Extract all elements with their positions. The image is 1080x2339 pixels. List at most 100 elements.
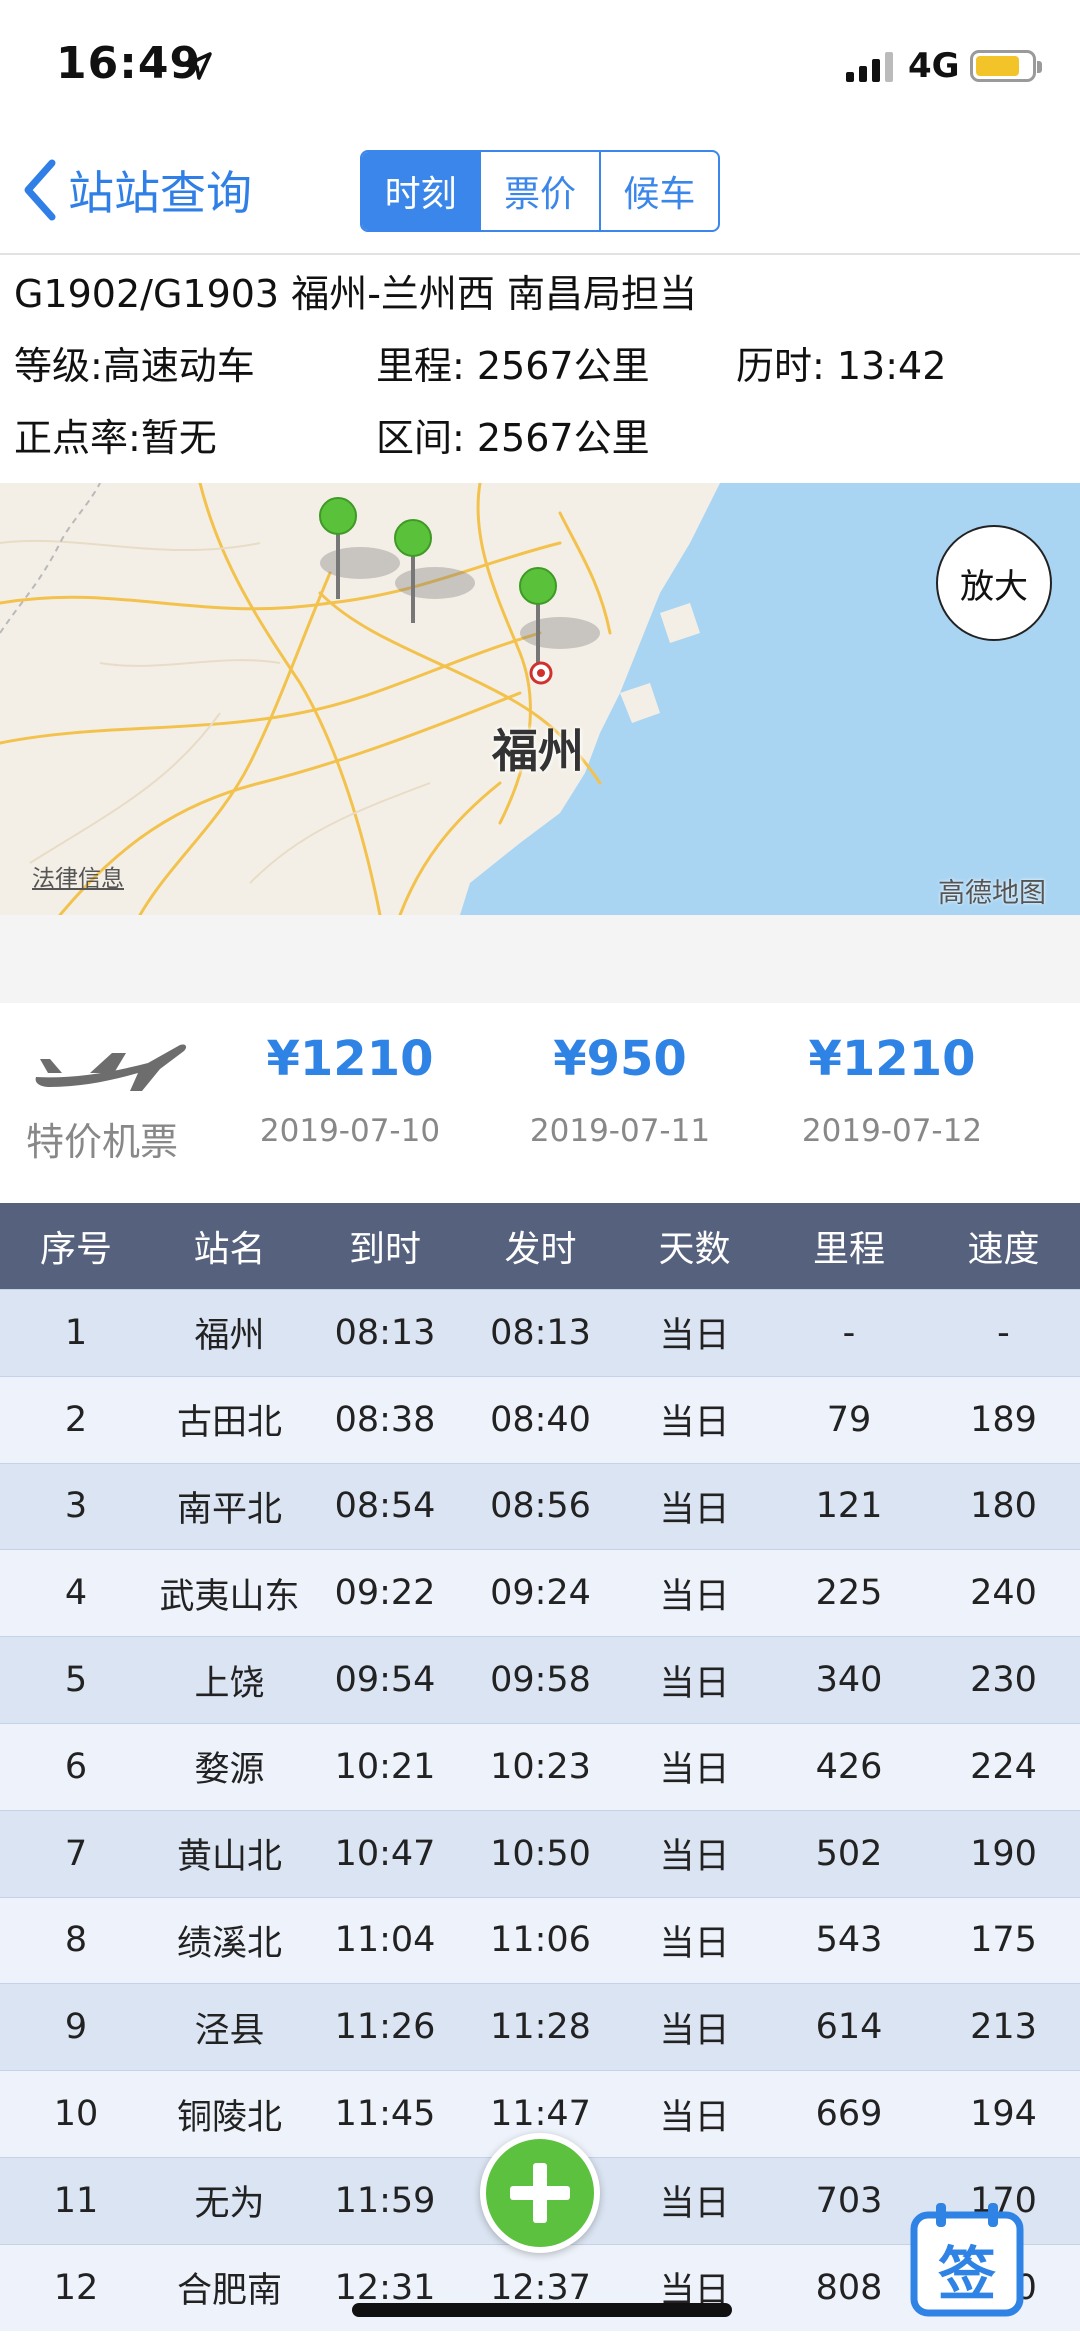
- sign-in-button[interactable]: 签: [908, 2199, 1026, 2319]
- column-header: 站名: [193, 1229, 266, 1270]
- row-index: 5: [64, 1660, 88, 1701]
- mileage: -: [842, 1312, 856, 1353]
- arrival-time: 11:04: [334, 1920, 436, 1961]
- sign-label: 签: [937, 2240, 996, 2308]
- map-city-label: 福州: [492, 724, 584, 778]
- nav-bar: 站站查询 时刻 票价 候车: [0, 130, 1080, 255]
- fare-item[interactable]: ¥950 2019-07-11: [490, 1031, 750, 1149]
- map-brand-logo: 高德地图: [938, 878, 1046, 909]
- day-offset: 当日: [659, 1576, 730, 1617]
- mileage: 225: [815, 1573, 883, 1614]
- table-row[interactable]: 3 南平北 08:54 08:56 当日 121 180: [0, 1462, 1080, 1550]
- departure-time: 09:24: [490, 1573, 591, 1614]
- station-name: 绩溪北: [176, 1923, 282, 1964]
- day-offset: 当日: [659, 2097, 730, 2138]
- station-name: 铜陵北: [176, 2097, 282, 2138]
- arrival-time: 08:38: [334, 1399, 436, 1440]
- route-map[interactable]: 放大 福州 法律信息 高德地图: [0, 483, 1080, 915]
- train-grade: 等级:高速动车: [14, 344, 255, 388]
- table-row[interactable]: 4 武夷山东 09:22 09:24 当日 225 240: [0, 1549, 1080, 1637]
- add-button[interactable]: [480, 2133, 600, 2253]
- table-row[interactable]: 1 福州 08:13 08:13 当日 - -: [0, 1289, 1080, 1376]
- train-info: G1902/G1903 福州-兰州西 南昌局担当 等级:高速动车 里程: 256…: [0, 257, 1080, 482]
- flight-promo-label: 特价机票: [26, 1120, 179, 1164]
- day-offset: 当日: [659, 1837, 730, 1878]
- table-row[interactable]: 7 黄山北 10:47 10:50 当日 502 190: [0, 1809, 1080, 1897]
- table-row[interactable]: 6 婺源 10:21 10:23 当日 426 224: [0, 1722, 1080, 1810]
- station-name: 福州: [194, 1316, 265, 1357]
- station-name: 南平北: [176, 1489, 282, 1530]
- column-header: 到时: [348, 1229, 421, 1270]
- mileage: 426: [815, 1746, 883, 1787]
- location-arrow-icon: [184, 52, 212, 80]
- departure-time: 11:06: [490, 1920, 591, 1961]
- departure-time: 08:56: [490, 1486, 591, 1527]
- zoom-in-button[interactable]: 放大: [936, 525, 1052, 641]
- day-offset: 当日: [659, 2271, 730, 2312]
- departure-time: 11:28: [490, 2007, 591, 2048]
- column-header: 里程: [812, 1229, 885, 1270]
- mileage: 121: [815, 1486, 883, 1527]
- city-marker-icon: [529, 661, 553, 685]
- speed: 230: [970, 1660, 1037, 1701]
- mileage: 340: [815, 1660, 883, 1701]
- train-mileage: 里程: 2567公里: [376, 344, 650, 388]
- speed: 240: [970, 1573, 1037, 1614]
- fare-price: ¥950: [553, 1031, 687, 1087]
- arrival-time: 11:26: [334, 2007, 436, 2048]
- legal-info-link[interactable]: 法律信息: [32, 859, 124, 893]
- train-route: G1902/G1903 福州-兰州西 南昌局担当: [14, 272, 697, 316]
- mileage: 543: [815, 1920, 883, 1961]
- table-row[interactable]: 2 古田北 08:38 08:40 当日 79 189: [0, 1375, 1080, 1463]
- row-index: 4: [64, 1573, 88, 1614]
- speed: 194: [970, 2094, 1037, 2135]
- back-button[interactable]: 站站查询: [20, 155, 252, 225]
- departure-time: 12:37: [490, 2267, 591, 2308]
- tab-schedule[interactable]: 时刻: [362, 152, 480, 230]
- column-header: 速度: [967, 1229, 1040, 1270]
- fare-date: 2019-07-10: [259, 1113, 441, 1149]
- arrival-time: 11:59: [334, 2180, 436, 2221]
- back-label: 站站查询: [68, 166, 252, 220]
- signal-bars-icon: [846, 52, 893, 82]
- plus-icon: [510, 2163, 570, 2223]
- airplane-icon: [35, 1044, 187, 1091]
- table-row[interactable]: 9 泾县 11:26 11:28 当日 614 213: [0, 1983, 1080, 2071]
- column-header: 天数: [658, 1229, 731, 1270]
- fare-date: 2019-07-11: [529, 1113, 711, 1149]
- table-row[interactable]: 5 上饶 09:54 09:58 当日 340 230: [0, 1636, 1080, 1723]
- day-offset: 当日: [659, 1923, 730, 1964]
- row-index: 1: [64, 1312, 88, 1353]
- home-indicator[interactable]: [352, 2303, 732, 2317]
- station-name: 古田北: [176, 1403, 282, 1444]
- table-row[interactable]: 8 绩溪北 11:04 11:06 当日 543 175: [0, 1896, 1080, 1984]
- train-duration: 历时: 13:42: [736, 344, 947, 388]
- fare-item[interactable]: ¥1210 2019-07-10: [220, 1031, 480, 1149]
- battery-icon: [970, 50, 1042, 82]
- fare-price: ¥1210: [266, 1031, 434, 1087]
- speed: -: [997, 1312, 1010, 1353]
- row-index: 7: [64, 1833, 88, 1874]
- station-name: 婺源: [194, 1750, 265, 1791]
- tab-fare[interactable]: 票价: [479, 152, 598, 230]
- column-header: 序号: [39, 1229, 112, 1270]
- column-header: 发时: [504, 1229, 577, 1270]
- station-name: 武夷山东: [159, 1576, 300, 1617]
- chevron-left-icon: [24, 159, 56, 221]
- row-index: 9: [64, 2007, 88, 2048]
- arrival-time: 12:31: [334, 2267, 436, 2308]
- day-offset: 当日: [659, 2010, 730, 2051]
- row-index: 3: [64, 1486, 88, 1527]
- row-index: 8: [64, 1920, 88, 1961]
- mileage: 502: [815, 1833, 883, 1874]
- station-name: 黄山北: [176, 1837, 282, 1878]
- section-divider: [0, 915, 1080, 1003]
- row-index: 2: [64, 1399, 88, 1440]
- tab-waiting[interactable]: 候车: [598, 152, 718, 230]
- train-punctuality: 正点率:暂无: [14, 416, 217, 460]
- speed: 175: [970, 1920, 1037, 1961]
- speed: 189: [970, 1399, 1037, 1440]
- departure-time: 08:13: [490, 1312, 591, 1353]
- fare-item[interactable]: ¥1210 2019-07-12: [762, 1031, 1022, 1149]
- arrival-time: 08:54: [334, 1486, 436, 1527]
